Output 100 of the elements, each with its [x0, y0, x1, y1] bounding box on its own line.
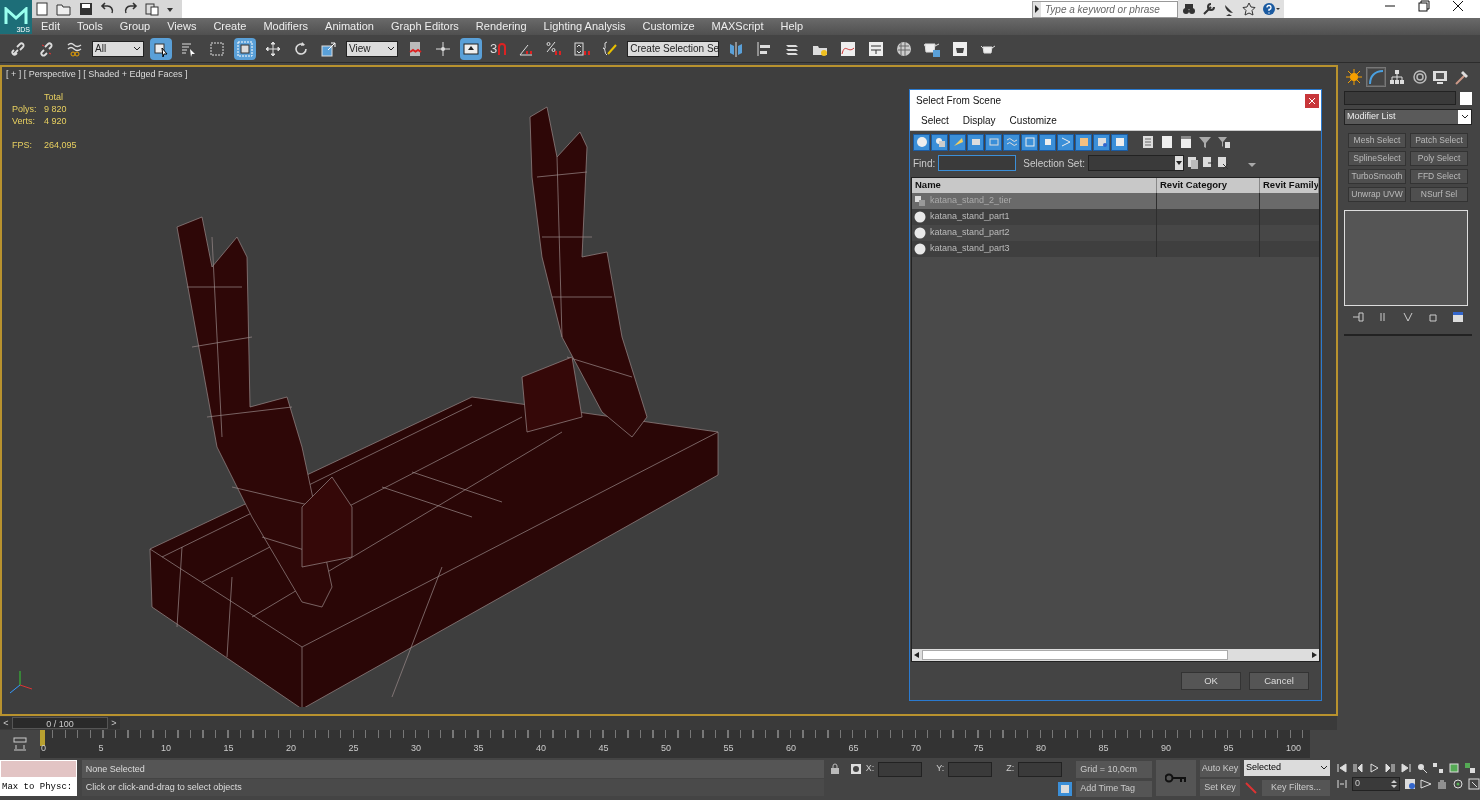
new-file-icon[interactable] — [34, 1, 50, 17]
set-key-button[interactable]: Set Key — [1200, 779, 1240, 796]
time-slider-handle[interactable] — [40, 730, 45, 746]
maxscript-listener-field[interactable] — [0, 760, 77, 778]
cursor-cube-button[interactable] — [150, 37, 172, 60]
coordinate-field[interactable] — [878, 761, 923, 777]
key-mode-dropdown[interactable]: Selected — [1244, 760, 1330, 776]
go-to-end-icon[interactable] — [1400, 762, 1412, 774]
filter-toggle[interactable] — [913, 133, 930, 151]
dropdown[interactable]: Create Selection Se — [627, 40, 720, 57]
page-header-icon[interactable] — [1180, 136, 1192, 148]
filter-toggle[interactable] — [1093, 133, 1110, 151]
filter-toggle[interactable] — [1111, 133, 1128, 151]
project-icon[interactable] — [144, 1, 160, 17]
filter-toggle[interactable] — [931, 133, 948, 151]
dialog-button[interactable]: Cancel — [1249, 672, 1309, 690]
menu-item[interactable]: Help — [780, 18, 804, 35]
menu-item[interactable]: Group — [119, 18, 151, 35]
filter-toggle[interactable] — [949, 133, 966, 151]
modifier-button[interactable]: TurboSmooth — [1348, 169, 1406, 184]
modifier-button[interactable]: Patch Select — [1410, 133, 1468, 148]
dashed-cube-button[interactable] — [234, 37, 256, 60]
zoom-extents-icon[interactable] — [1416, 762, 1428, 774]
menu-item[interactable]: Edit — [41, 18, 60, 35]
star-icon[interactable] — [1242, 2, 1256, 16]
time-config-icon[interactable] — [1404, 778, 1416, 790]
close-icon[interactable] — [1452, 0, 1464, 12]
spinner-arrows-icon[interactable] — [1391, 779, 1397, 789]
auto-key-button[interactable]: Auto Key — [1200, 760, 1240, 777]
chevron-down-icon[interactable] — [1320, 765, 1328, 771]
horizontal-scrollbar[interactable] — [912, 649, 1319, 661]
menu-item[interactable]: Create — [213, 18, 247, 35]
key-filters-button[interactable]: Key Filters... — [1262, 779, 1330, 796]
chevron-down-icon[interactable] — [133, 45, 141, 52]
copy-page-icon[interactable] — [1186, 157, 1199, 169]
funnel-list-icon[interactable] — [1218, 136, 1230, 148]
modifier-stack[interactable] — [1344, 210, 1468, 306]
isolate-selection-icon[interactable] — [1058, 781, 1073, 796]
color-swatch[interactable] — [1460, 91, 1472, 105]
filter-toggle[interactable] — [985, 133, 1002, 151]
funnel-icon[interactable] — [1199, 136, 1211, 148]
modifier-button[interactable]: Poly Select — [1410, 151, 1468, 166]
previous-frame-button[interactable]: < — [0, 717, 12, 729]
document-lines-icon[interactable] — [1142, 136, 1154, 148]
timeline-ruler[interactable]: 0 5 10 15 20 25 30 35 40 45 50 55 60 65 70 75 80 85 90 95 100 — [40, 730, 1310, 758]
field-of-view-icon[interactable] — [1420, 778, 1432, 790]
coordinate-field[interactable] — [948, 761, 993, 777]
modifier-button[interactable]: FFD Select — [1410, 169, 1468, 184]
object-name-field[interactable] — [1344, 91, 1457, 105]
maximize-toggle-icon[interactable] — [1468, 778, 1480, 790]
menu-item[interactable]: Customize — [642, 18, 695, 35]
paste-page-icon[interactable] — [1201, 157, 1214, 169]
dropdown[interactable]: View — [346, 40, 398, 57]
current-frame-field[interactable]: 0 — [1352, 777, 1400, 791]
modifier-button[interactable]: Mesh Select — [1348, 133, 1406, 148]
coordinate-field[interactable] — [1018, 761, 1063, 777]
menu-item[interactable]: MAXScript — [711, 18, 764, 35]
chevron-down-icon[interactable] — [387, 45, 395, 52]
modifier-button[interactable]: SplineSelect — [1348, 151, 1406, 166]
track-bar-icon[interactable] — [12, 737, 28, 751]
dialog-menu-item[interactable]: Select — [921, 113, 949, 128]
modifier-button[interactable]: Unwrap UVW — [1348, 187, 1406, 202]
command-panel-tab[interactable] — [1365, 67, 1386, 87]
viewport-label[interactable]: [ + ] [ Perspective ] [ Shaded + Edged Faces ] — [6, 68, 188, 82]
find-field[interactable] — [938, 155, 1017, 171]
filter-toggle[interactable] — [1003, 133, 1020, 151]
menu-item[interactable]: Animation — [325, 18, 374, 35]
filter-toggle[interactable] — [1057, 133, 1074, 151]
satellite-dish-icon[interactable] — [1222, 2, 1236, 16]
filter-toggle[interactable] — [967, 133, 984, 151]
scroll-right-icon[interactable] — [1311, 652, 1317, 658]
scroll-left-icon[interactable] — [914, 652, 920, 658]
dropdown-arrow-icon[interactable] — [1175, 160, 1182, 166]
filter-toggle[interactable] — [1075, 133, 1092, 151]
dialog-menu-item[interactable]: Display — [962, 113, 996, 128]
next-frame-button[interactable]: > — [108, 717, 120, 729]
time-slider-track[interactable]: < 0 / 100 > — [0, 716, 1337, 730]
help-icon[interactable] — [1262, 2, 1280, 16]
filter-toggle[interactable] — [1039, 133, 1056, 151]
filter-toggle[interactable] — [1021, 133, 1038, 151]
time-slider[interactable]: < 0 / 100 > — [0, 717, 120, 729]
add-time-tag-button[interactable]: Add Time Tag — [1076, 780, 1153, 797]
previous-frame-icon[interactable] — [1352, 762, 1364, 774]
restore-icon[interactable] — [1418, 0, 1430, 12]
maxscript-input[interactable]: Max to Physc: — [0, 778, 77, 796]
binoculars-icon[interactable] — [1182, 2, 1196, 16]
transform-mode-icon[interactable] — [849, 763, 862, 775]
save-icon[interactable] — [78, 1, 94, 17]
menu-item[interactable]: Rendering — [475, 18, 527, 35]
menu-item[interactable]: Tools — [76, 18, 103, 35]
close-button[interactable] — [1305, 93, 1319, 108]
scene-object-row[interactable]: katana_stand_part3 — [912, 241, 1319, 257]
play-icon[interactable] — [1368, 762, 1380, 774]
menu-item[interactable]: Views — [167, 18, 197, 35]
dialog-menu-item[interactable]: Customize — [1009, 113, 1057, 128]
menu-item[interactable]: Modifiers — [263, 18, 309, 35]
configure-icon[interactable] — [1452, 311, 1464, 323]
menu-item[interactable]: Lighting Analysis — [543, 18, 626, 35]
modifier-list-dropdown[interactable]: Modifier List — [1344, 109, 1472, 125]
set-keys-button[interactable] — [1156, 760, 1196, 796]
